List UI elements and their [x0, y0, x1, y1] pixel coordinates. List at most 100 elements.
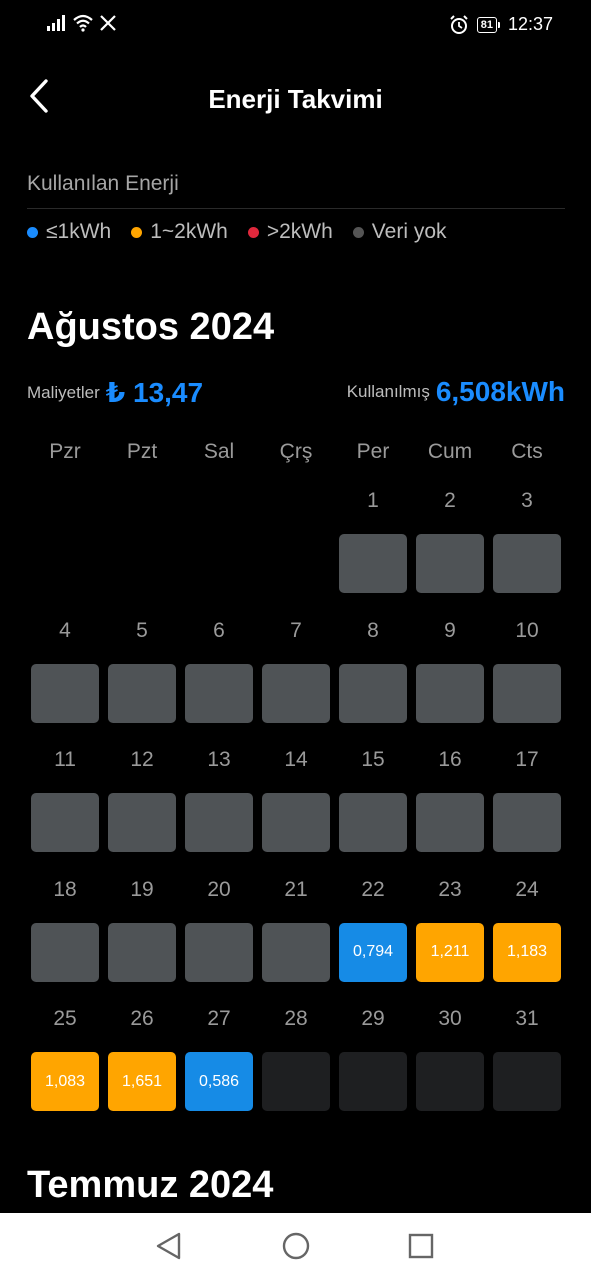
calendar-day: 11 [31, 745, 99, 852]
day-usage-cell[interactable] [416, 1052, 484, 1111]
day-number: 29 [361, 1007, 385, 1030]
day-number: 7 [290, 618, 302, 642]
nav-back-button[interactable] [154, 1231, 184, 1261]
day-usage-cell[interactable] [185, 793, 253, 852]
day-number: 10 [515, 618, 539, 642]
calendar-day: 21 [262, 875, 330, 982]
day-number: 27 [207, 1007, 231, 1030]
status-bar: 81 12:37 [0, 0, 591, 50]
calendar-day: 8 [339, 616, 407, 723]
day-usage-cell[interactable] [108, 922, 176, 982]
day-number: 28 [284, 1007, 308, 1030]
day-usage-cell[interactable] [108, 663, 176, 723]
day-number: 6 [213, 618, 225, 642]
legend-dot-no-data [352, 226, 364, 238]
legend-label-no-data: Veri yok [371, 220, 447, 243]
day-number: 31 [515, 1007, 539, 1030]
alarm-icon [449, 14, 468, 34]
day-usage-cell[interactable] [262, 663, 330, 723]
page-title: Enerji Takvimi [208, 84, 383, 114]
day-usage-cell[interactable]: 1,083 [31, 1052, 99, 1111]
day-number: 2 [444, 489, 456, 512]
calendar-day: 16 [416, 745, 484, 852]
day-usage-cell[interactable] [416, 793, 484, 852]
legend-item-no-data: Veri yok [352, 220, 447, 244]
calendar-day: 18 [31, 875, 99, 982]
day-usage-cell[interactable] [493, 663, 561, 723]
day-number: 19 [130, 877, 154, 901]
calendar-day: 20 [185, 875, 253, 982]
battery-level: 81 [476, 16, 497, 33]
day-usage-cell[interactable] [339, 1052, 407, 1111]
day-number: 12 [130, 748, 154, 771]
day-number: 22 [361, 877, 385, 901]
day-usage-cell[interactable] [262, 922, 330, 982]
recents-square-icon [408, 1233, 434, 1259]
day-usage-cell[interactable] [416, 534, 484, 593]
nav-home-button[interactable] [281, 1231, 311, 1261]
day-usage-cell[interactable] [493, 534, 561, 593]
day-usage-cell[interactable] [31, 793, 99, 852]
day-number: 13 [207, 748, 231, 771]
day-number: 24 [515, 877, 539, 901]
calendar-day: 5 [108, 616, 176, 723]
day-usage-cell[interactable] [31, 922, 99, 982]
month-title: Ağustos 2024 [27, 306, 275, 348]
day-number: 14 [284, 748, 308, 771]
day-usage-cell[interactable] [262, 1052, 330, 1111]
calendar-day: 7 [262, 616, 330, 723]
day-usage-cell[interactable]: 1,651 [108, 1052, 176, 1111]
calendar-day: 30 [416, 1004, 484, 1111]
legend: ≤1kWh 1~2kWh >2kWh Veri yok [27, 220, 467, 244]
day-usage-cell[interactable]: 0,794 [339, 922, 407, 982]
day-number: 21 [284, 877, 308, 901]
nav-recents-button[interactable] [406, 1231, 436, 1261]
day-usage-cell[interactable] [493, 793, 561, 852]
day-usage-cell[interactable] [493, 1052, 561, 1111]
legend-item-high: >2kWh [247, 220, 333, 244]
day-number: 23 [438, 877, 462, 901]
usage-label: Kullanılmış [346, 382, 430, 401]
day-usage-cell[interactable]: 0,586 [185, 1052, 253, 1111]
legend-item-mid: 1~2kWh [131, 220, 228, 244]
battery-icon: 81 [476, 16, 500, 33]
calendar-day: 4 [31, 616, 99, 723]
back-triangle-icon [156, 1232, 181, 1260]
day-usage-cell[interactable] [262, 793, 330, 852]
day-usage-cell[interactable] [31, 663, 99, 723]
weekday-label: Pzt [126, 440, 158, 463]
day-number: 30 [438, 1007, 462, 1030]
day-number: 9 [444, 618, 456, 642]
legend-dot-high [247, 226, 259, 238]
calendar-day: 27 0,586 [185, 1004, 253, 1111]
calendar-day: 3 [493, 486, 561, 593]
legend-label-mid: 1~2kWh [150, 220, 228, 243]
weekday-label: Cts [511, 440, 543, 463]
calendar-day: 14 [262, 745, 330, 852]
system-nav-bar [0, 1213, 591, 1280]
day-number: 1 [367, 489, 379, 512]
day-usage-cell[interactable] [339, 534, 407, 593]
day-number: 8 [367, 618, 379, 642]
month-summary: Maliyetler ₺ 13,47 Kullanılmış 6,508kWh [27, 376, 565, 416]
calendar-day: 1 [339, 486, 407, 593]
day-usage-cell[interactable] [185, 663, 253, 723]
day-number: 20 [207, 877, 231, 901]
day-usage-cell[interactable]: 1,183 [493, 922, 561, 982]
day-usage-cell[interactable]: 1,211 [416, 922, 484, 982]
calendar-day: 15 [339, 745, 407, 852]
status-right: 81 12:37 [449, 14, 553, 35]
day-usage-cell[interactable] [339, 663, 407, 723]
status-left [46, 14, 116, 32]
day-number: 16 [438, 748, 462, 771]
day-usage-cell[interactable] [185, 922, 253, 982]
calendar-day: 22 0,794 [339, 875, 407, 982]
day-usage-cell[interactable] [339, 793, 407, 852]
calendar-day: 23 1,211 [416, 875, 484, 982]
legend-label-low: ≤1kWh [46, 220, 112, 243]
day-usage-cell[interactable] [108, 793, 176, 852]
day-usage-cell[interactable] [416, 663, 484, 723]
weekday-label: Per [356, 440, 390, 463]
day-number: 18 [53, 877, 77, 901]
weekday-label: Çrş [279, 440, 313, 463]
